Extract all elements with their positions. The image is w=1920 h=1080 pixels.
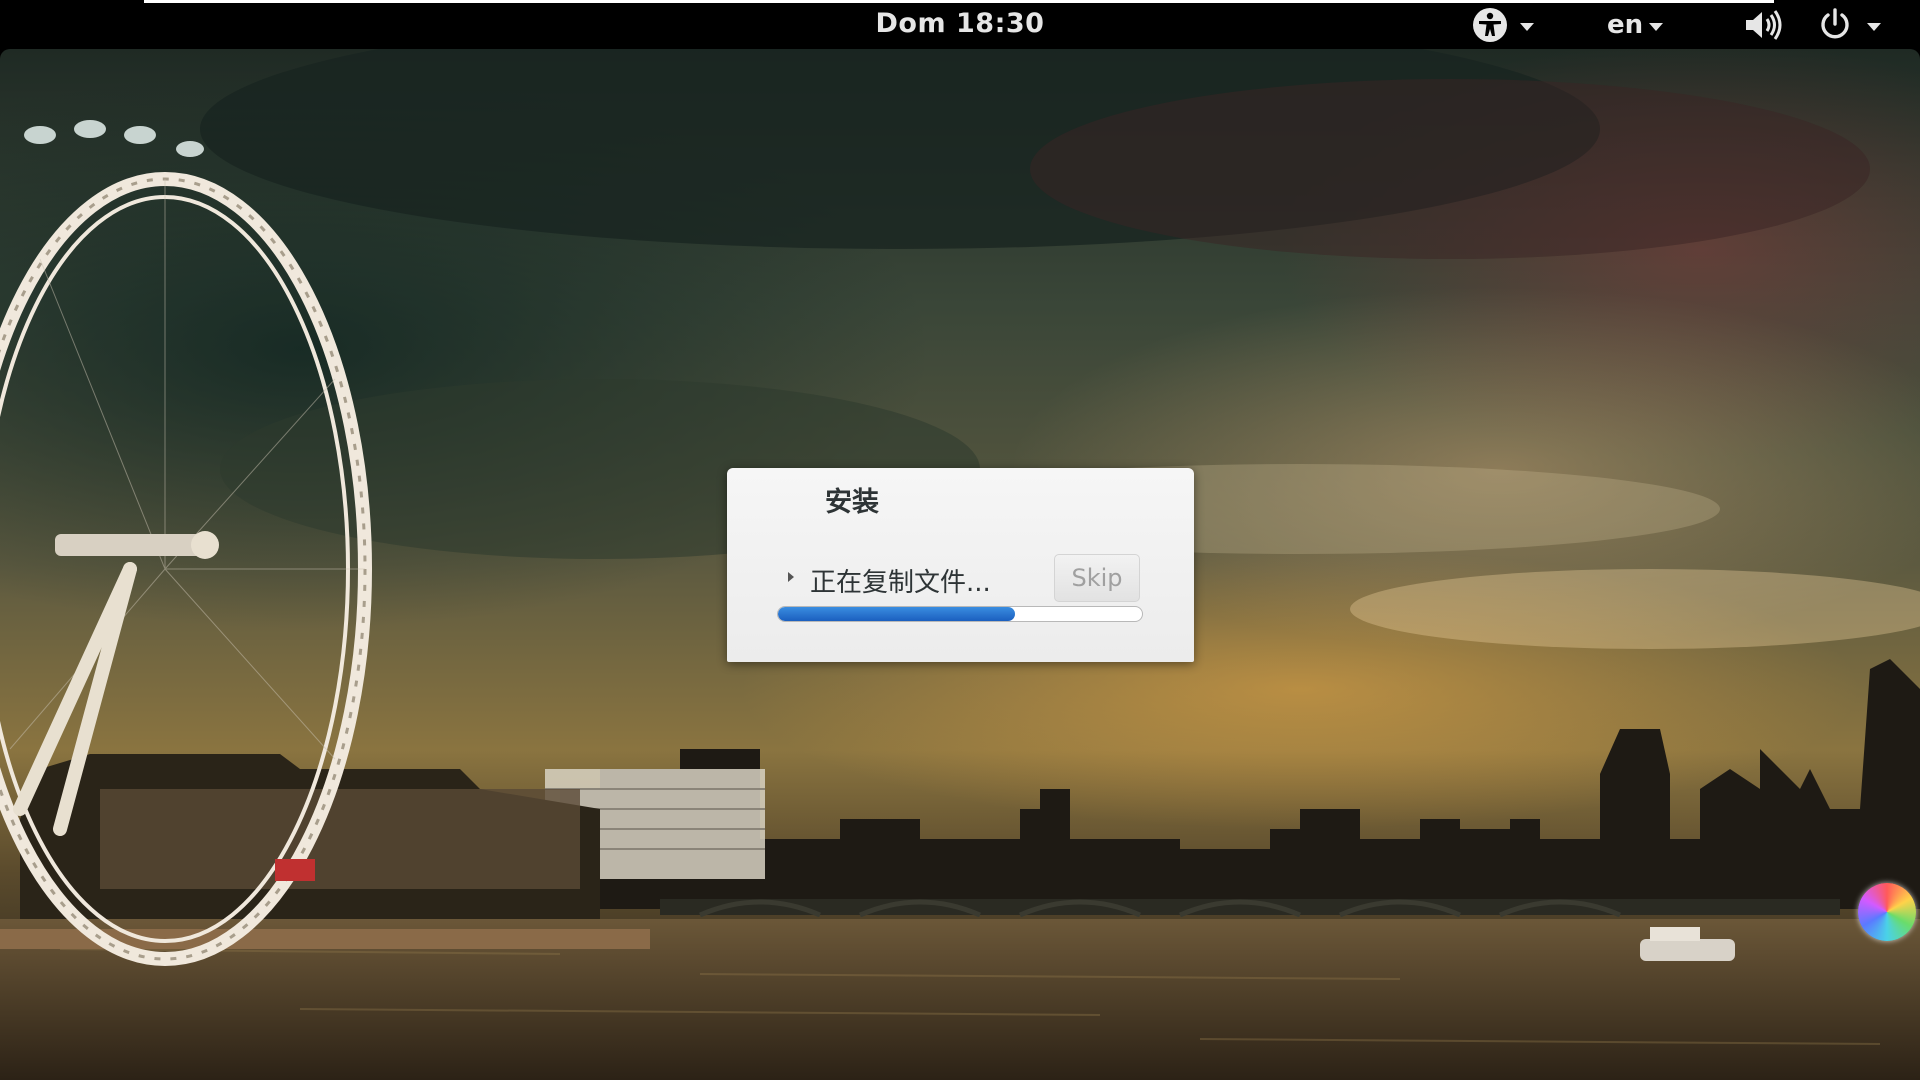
chevron-down-icon (1649, 23, 1664, 31)
status-text: 正在复制文件... (810, 568, 991, 598)
color-wheel-icon[interactable] (1858, 883, 1916, 941)
panel-highlight-stripe (144, 0, 1774, 3)
system-menu[interactable] (1743, 6, 1881, 44)
chevron-down-icon (1867, 23, 1881, 31)
install-dialog: 安装 正在复制文件... Skip (727, 468, 1194, 662)
top-panel: Dom 18:30 en (0, 0, 1920, 49)
skip-button[interactable]: Skip (1054, 554, 1140, 602)
dialog-title: 安装 (825, 487, 879, 518)
progress-bar (777, 606, 1143, 622)
speaker-volume-icon (1743, 8, 1785, 42)
chevron-down-icon (1520, 23, 1534, 31)
accessibility-icon (1470, 5, 1510, 45)
power-icon (1817, 7, 1853, 43)
progress-fill (778, 607, 1015, 621)
language-menu[interactable]: en (1607, 6, 1664, 44)
screen: Dom 18:30 en 安装 正在复制文件... Skip (0, 0, 1920, 1080)
language-label: en (1607, 10, 1644, 40)
expander-arrow-icon[interactable] (788, 572, 794, 582)
accessibility-menu[interactable] (1470, 6, 1534, 44)
